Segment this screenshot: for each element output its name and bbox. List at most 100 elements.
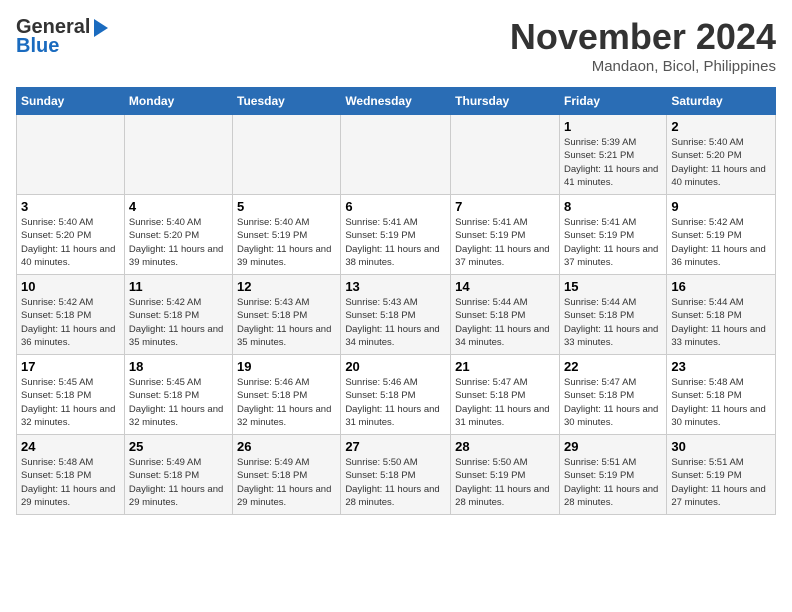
calendar-week-row: 3 Sunrise: 5:40 AM Sunset: 5:20 PM Daylig…	[17, 195, 776, 275]
calendar-cell: 3 Sunrise: 5:40 AM Sunset: 5:20 PM Daylig…	[17, 195, 125, 275]
day-number: 12	[237, 279, 336, 294]
day-number: 7	[455, 199, 555, 214]
day-info: Sunrise: 5:50 AM Sunset: 5:18 PM Dayligh…	[345, 456, 446, 509]
day-number: 2	[671, 119, 771, 134]
day-number: 10	[21, 279, 120, 294]
day-info: Sunrise: 5:40 AM Sunset: 5:19 PM Dayligh…	[237, 216, 336, 269]
day-info: Sunrise: 5:41 AM Sunset: 5:19 PM Dayligh…	[455, 216, 555, 269]
day-info: Sunrise: 5:40 AM Sunset: 5:20 PM Dayligh…	[129, 216, 228, 269]
calendar-cell: 21 Sunrise: 5:47 AM Sunset: 5:18 PM Dayli…	[451, 355, 560, 435]
day-number: 29	[564, 439, 662, 454]
day-info: Sunrise: 5:40 AM Sunset: 5:20 PM Dayligh…	[671, 136, 771, 189]
day-info: Sunrise: 5:42 AM Sunset: 5:18 PM Dayligh…	[21, 296, 120, 349]
weekday-header-thursday: Thursday	[451, 88, 560, 115]
day-number: 13	[345, 279, 446, 294]
weekday-header-monday: Monday	[124, 88, 232, 115]
day-info: Sunrise: 5:45 AM Sunset: 5:18 PM Dayligh…	[21, 376, 120, 429]
calendar-cell: 29Sunrise: 5:51 AM Sunset: 5:19 PM Dayli…	[559, 435, 666, 515]
calendar-cell: 10 Sunrise: 5:42 AM Sunset: 5:18 PM Dayli…	[17, 275, 125, 355]
weekday-header-tuesday: Tuesday	[233, 88, 341, 115]
calendar-cell: 25Sunrise: 5:49 AM Sunset: 5:18 PM Dayli…	[124, 435, 232, 515]
calendar-cell: 5Sunrise: 5:40 AM Sunset: 5:19 PM Daylig…	[233, 195, 341, 275]
calendar-cell: 20 Sunrise: 5:46 AM Sunset: 5:18 PM Dayli…	[341, 355, 451, 435]
calendar-cell: 13 Sunrise: 5:43 AM Sunset: 5:18 PM Dayli…	[341, 275, 451, 355]
day-number: 20	[345, 359, 446, 374]
calendar-week-row: 17 Sunrise: 5:45 AM Sunset: 5:18 PM Dayli…	[17, 355, 776, 435]
day-number: 14	[455, 279, 555, 294]
day-info: Sunrise: 5:41 AM Sunset: 5:19 PM Dayligh…	[345, 216, 446, 269]
day-info: Sunrise: 5:41 AM Sunset: 5:19 PM Dayligh…	[564, 216, 662, 269]
day-number: 17	[21, 359, 120, 374]
weekday-header-wednesday: Wednesday	[341, 88, 451, 115]
day-number: 30	[671, 439, 771, 454]
calendar-cell: 14 Sunrise: 5:44 AM Sunset: 5:18 PM Dayli…	[451, 275, 560, 355]
title-section: November 2024 Mandaon, Bicol, Philippine…	[510, 16, 776, 75]
day-number: 4	[129, 199, 228, 214]
day-number: 9	[671, 199, 771, 214]
day-number: 23	[671, 359, 771, 374]
day-number: 21	[455, 359, 555, 374]
calendar-cell	[17, 115, 125, 195]
day-info: Sunrise: 5:40 AM Sunset: 5:20 PM Dayligh…	[21, 216, 120, 269]
day-number: 15	[564, 279, 662, 294]
day-info: Sunrise: 5:44 AM Sunset: 5:18 PM Dayligh…	[671, 296, 771, 349]
day-info: Sunrise: 5:43 AM Sunset: 5:18 PM Dayligh…	[345, 296, 446, 349]
day-info: Sunrise: 5:49 AM Sunset: 5:18 PM Dayligh…	[237, 456, 336, 509]
header: General Blue November 2024 Mandaon, Bico…	[16, 16, 776, 75]
day-number: 26	[237, 439, 336, 454]
day-number: 3	[21, 199, 120, 214]
calendar-cell: 2 Sunrise: 5:40 AM Sunset: 5:20 PM Daylig…	[667, 115, 776, 195]
calendar-cell: 15 Sunrise: 5:44 AM Sunset: 5:18 PM Dayli…	[559, 275, 666, 355]
day-number: 11	[129, 279, 228, 294]
day-number: 24	[21, 439, 120, 454]
calendar-cell: 11 Sunrise: 5:42 AM Sunset: 5:18 PM Dayli…	[124, 275, 232, 355]
weekday-header-row: SundayMondayTuesdayWednesdayThursdayFrid…	[17, 88, 776, 115]
calendar-cell: 24 Sunrise: 5:48 AM Sunset: 5:18 PM Dayli…	[17, 435, 125, 515]
calendar-cell: 12 Sunrise: 5:43 AM Sunset: 5:18 PM Dayli…	[233, 275, 341, 355]
day-number: 25	[129, 439, 228, 454]
calendar-week-row: 1 Sunrise: 5:39 AM Sunset: 5:21 PM Daylig…	[17, 115, 776, 195]
calendar-cell: 30 Sunrise: 5:51 AM Sunset: 5:19 PM Dayli…	[667, 435, 776, 515]
day-number: 22	[564, 359, 662, 374]
day-info: Sunrise: 5:50 AM Sunset: 5:19 PM Dayligh…	[455, 456, 555, 509]
day-info: Sunrise: 5:47 AM Sunset: 5:18 PM Dayligh…	[455, 376, 555, 429]
weekday-header-friday: Friday	[559, 88, 666, 115]
day-number: 8	[564, 199, 662, 214]
calendar-cell: 6 Sunrise: 5:41 AM Sunset: 5:19 PM Daylig…	[341, 195, 451, 275]
calendar-cell	[124, 115, 232, 195]
location: Mandaon, Bicol, Philippines	[510, 58, 776, 75]
calendar-cell: 16 Sunrise: 5:44 AM Sunset: 5:18 PM Dayli…	[667, 275, 776, 355]
day-number: 1	[564, 119, 662, 134]
calendar-cell	[451, 115, 560, 195]
day-info: Sunrise: 5:39 AM Sunset: 5:21 PM Dayligh…	[564, 136, 662, 189]
calendar-cell: 22 Sunrise: 5:47 AM Sunset: 5:18 PM Dayli…	[559, 355, 666, 435]
day-info: Sunrise: 5:44 AM Sunset: 5:18 PM Dayligh…	[564, 296, 662, 349]
day-info: Sunrise: 5:42 AM Sunset: 5:19 PM Dayligh…	[671, 216, 771, 269]
calendar-cell: 23 Sunrise: 5:48 AM Sunset: 5:18 PM Dayli…	[667, 355, 776, 435]
calendar-cell: 18Sunrise: 5:45 AM Sunset: 5:18 PM Dayli…	[124, 355, 232, 435]
calendar-cell	[233, 115, 341, 195]
calendar-cell: 27Sunrise: 5:50 AM Sunset: 5:18 PM Dayli…	[341, 435, 451, 515]
day-number: 19	[237, 359, 336, 374]
day-info: Sunrise: 5:44 AM Sunset: 5:18 PM Dayligh…	[455, 296, 555, 349]
calendar-week-row: 10 Sunrise: 5:42 AM Sunset: 5:18 PM Dayli…	[17, 275, 776, 355]
day-info: Sunrise: 5:43 AM Sunset: 5:18 PM Dayligh…	[237, 296, 336, 349]
day-info: Sunrise: 5:46 AM Sunset: 5:18 PM Dayligh…	[345, 376, 446, 429]
day-number: 16	[671, 279, 771, 294]
day-info: Sunrise: 5:47 AM Sunset: 5:18 PM Dayligh…	[564, 376, 662, 429]
day-info: Sunrise: 5:48 AM Sunset: 5:18 PM Dayligh…	[671, 376, 771, 429]
day-number: 18	[129, 359, 228, 374]
calendar-cell: 1 Sunrise: 5:39 AM Sunset: 5:21 PM Daylig…	[559, 115, 666, 195]
day-number: 28	[455, 439, 555, 454]
logo-blue: Blue	[16, 35, 59, 58]
day-info: Sunrise: 5:51 AM Sunset: 5:19 PM Dayligh…	[671, 456, 771, 509]
day-info: Sunrise: 5:48 AM Sunset: 5:18 PM Dayligh…	[21, 456, 120, 509]
calendar-table: SundayMondayTuesdayWednesdayThursdayFrid…	[16, 87, 776, 515]
day-info: Sunrise: 5:42 AM Sunset: 5:18 PM Dayligh…	[129, 296, 228, 349]
calendar-cell: 26 Sunrise: 5:49 AM Sunset: 5:18 PM Dayli…	[233, 435, 341, 515]
calendar-cell: 9 Sunrise: 5:42 AM Sunset: 5:19 PM Daylig…	[667, 195, 776, 275]
day-number: 6	[345, 199, 446, 214]
calendar-cell: 8 Sunrise: 5:41 AM Sunset: 5:19 PM Daylig…	[559, 195, 666, 275]
weekday-header-sunday: Sunday	[17, 88, 125, 115]
calendar-cell: 4 Sunrise: 5:40 AM Sunset: 5:20 PM Daylig…	[124, 195, 232, 275]
